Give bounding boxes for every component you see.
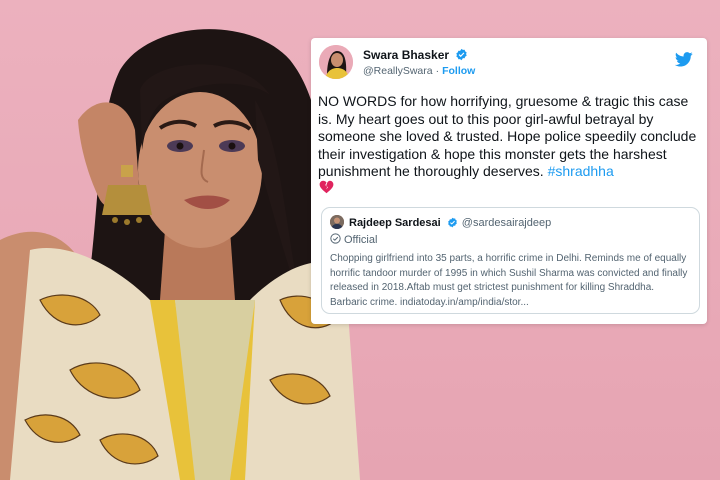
twitter-bird-icon[interactable] [675,52,693,67]
quoted-author-avatar[interactable] [330,215,344,229]
author-name-text[interactable]: Swara Bhasker [363,48,449,62]
broken-heart-icon [319,180,334,194]
author-handle[interactable]: @ReallySwara [363,65,433,77]
separator-dot: · [435,65,440,77]
author-avatar[interactable] [319,45,353,79]
tweet-author-row: Swara Bhasker @ReallySwara · Follow [319,45,699,81]
follow-button[interactable]: Follow [442,65,475,77]
official-label-row: Official [330,233,377,246]
tweet-body: NO WORDS for how horrifying, gruesome & … [318,93,702,181]
tweet-text: NO WORDS for how horrifying, gruesome & … [318,93,697,180]
quoted-tweet-header: Rajdeep Sardesai @sardesairajdeep [330,215,551,229]
hashtag-link[interactable]: #shradhha [548,163,614,179]
official-badge-icon [330,233,341,244]
tweet-author-handle-row: @ReallySwara · Follow [363,65,475,77]
official-label: Official [344,234,378,246]
quoted-tweet-text: Chopping girlfriend into 35 parts, a hor… [330,253,688,308]
quoted-author-name[interactable]: Rajdeep Sardesai [349,217,441,229]
quoted-author-handle[interactable]: @sardesairajdeep [462,217,551,229]
verified-badge-icon [456,48,468,61]
quoted-tweet-card[interactable]: Rajdeep Sardesai @sardesairajdeep Offici… [321,207,700,314]
tweet-author-name[interactable]: Swara Bhasker [363,48,468,62]
verified-badge-icon [447,217,457,228]
tweet-card[interactable]: Swara Bhasker @ReallySwara · Follow NO WOR… [311,38,707,324]
